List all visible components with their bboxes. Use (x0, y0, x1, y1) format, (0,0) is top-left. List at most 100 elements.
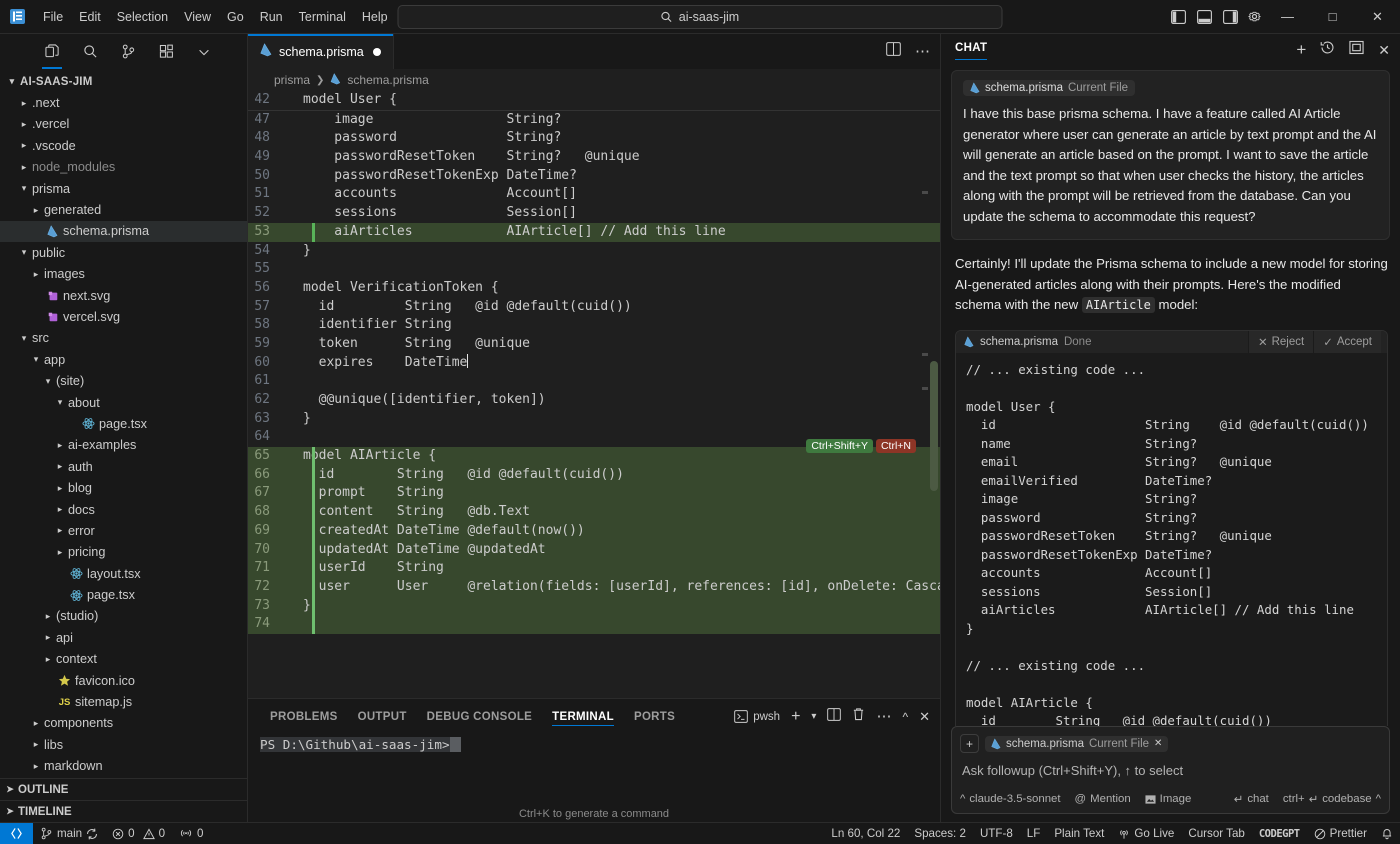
code-line-72[interactable]: 72 user User @relation(fields: [userId],… (248, 578, 940, 597)
status-problems[interactable]: 0 0 (105, 823, 172, 844)
tree-item-pricing[interactable]: ▸pricing (0, 542, 247, 563)
code-line-52[interactable]: 52 sessions Session[] (248, 204, 940, 223)
menu-terminal[interactable]: Terminal (291, 7, 354, 27)
status-language-mode[interactable]: Plain Text (1047, 823, 1111, 844)
code-line-73[interactable]: 73} (248, 597, 940, 616)
terminal-body[interactable]: PS D:\Github\ai-saas-jim> Ctrl+K to gene… (248, 734, 940, 822)
tree-item-ai-examples[interactable]: ▸ai-examples (0, 435, 247, 456)
model-selector[interactable]: ^ claude-3.5-sonnet (960, 793, 1061, 805)
add-context-button[interactable]: + (960, 734, 979, 753)
tree-item-vercel-svg[interactable]: vercel.svg (0, 306, 247, 327)
tab-schema-prisma[interactable]: schema.prisma (248, 34, 394, 69)
status-indentation[interactable]: Spaces: 2 (907, 823, 973, 844)
code-line-67[interactable]: 67 prompt String (248, 484, 940, 503)
toggle-primary-sidebar-icon[interactable] (1165, 2, 1191, 32)
tree-item-prisma[interactable]: ▾prisma (0, 178, 247, 199)
toggle-secondary-sidebar-icon[interactable] (1217, 2, 1243, 32)
menu-selection[interactable]: Selection (109, 7, 176, 27)
menu-run[interactable]: Run (252, 7, 291, 27)
tab-problems[interactable]: PROBLEMS (260, 699, 348, 734)
window-minimize-button[interactable]: — (1265, 0, 1310, 34)
code-line-66[interactable]: 66 id String @id @default(cuid()) (248, 466, 940, 485)
tree-root[interactable]: ▾AI-SAAS-JIM (0, 71, 247, 92)
code-line-61[interactable]: 61 (248, 372, 940, 391)
tree-item-context[interactable]: ▸context (0, 649, 247, 670)
code-line-49[interactable]: 49 passwordResetToken String? @unique (248, 148, 940, 167)
tree-item--site-[interactable]: ▾(site) (0, 370, 247, 391)
breadcrumb-folder[interactable]: prisma (274, 73, 310, 87)
code-line-69[interactable]: 69 createdAt DateTime @default(now()) (248, 522, 940, 541)
input-context-chip[interactable]: schema.prisma Current File ✕ (985, 736, 1168, 752)
codebase-send-hint[interactable]: ctrl+ ↵ codebase ^ (1283, 792, 1381, 806)
chat-input-box[interactable]: + schema.prisma Current File ✕ Ask follo… (951, 726, 1390, 814)
status-branch[interactable]: main (33, 823, 105, 844)
command-center[interactable]: ai-saas-jim (398, 5, 1003, 29)
toggle-panel-icon[interactable] (1191, 2, 1217, 32)
tab-output[interactable]: OUTPUT (348, 699, 417, 734)
outline-section[interactable]: ➤ OUTLINE (0, 778, 247, 800)
code-line-71[interactable]: 71 userId String (248, 559, 940, 578)
split-terminal-icon[interactable] (827, 708, 841, 726)
status-encoding[interactable]: UTF-8 (973, 823, 1020, 844)
accept-button[interactable]: ✓ Accept (1313, 331, 1381, 353)
gear-icon[interactable] (1243, 2, 1265, 32)
context-file-chip[interactable]: schema.prisma Current File (963, 80, 1135, 96)
code-line-50[interactable]: 50 passwordResetTokenExp DateTime? (248, 167, 940, 186)
reject-button[interactable]: ✕ Reject (1248, 331, 1313, 353)
code-line-57[interactable]: 57 id String @id @default(cuid()) (248, 298, 940, 317)
code-line-60[interactable]: 60 expires DateTime (248, 354, 940, 373)
code-line-55[interactable]: 55 (248, 260, 940, 279)
tree-item-layout-tsx[interactable]: layout.tsx (0, 563, 247, 584)
code-line-59[interactable]: 59 token String @unique (248, 335, 940, 354)
code-line-63[interactable]: 63} (248, 410, 940, 429)
close-icon[interactable]: ✕ (1378, 42, 1390, 59)
chat-send-hint[interactable]: ↵ chat (1234, 792, 1269, 806)
chat-messages[interactable]: schema.prisma Current File I have this b… (941, 66, 1400, 726)
tree-item-page-tsx[interactable]: page.tsx (0, 413, 247, 434)
new-chat-icon[interactable]: + (1296, 45, 1306, 55)
tree-item-images[interactable]: ▸images (0, 264, 247, 285)
remote-window-icon[interactable] (0, 823, 33, 844)
tree-item-auth[interactable]: ▸auth (0, 456, 247, 477)
tree-item-src[interactable]: ▾src (0, 328, 247, 349)
code-line-53[interactable]: 53 aiArticles AIArticle[] // Add this li… (248, 223, 940, 242)
tree-item-page-tsx[interactable]: page.tsx (0, 584, 247, 605)
tree-item-libs[interactable]: ▸libs (0, 734, 247, 755)
tab-ports[interactable]: PORTS (624, 699, 685, 734)
tree-item--vscode[interactable]: ▸.vscode (0, 135, 247, 156)
code-line-51[interactable]: 51 accounts Account[] (248, 185, 940, 204)
code-line-58[interactable]: 58 identifier String (248, 316, 940, 335)
code-line-47[interactable]: 47 image String? (248, 111, 940, 130)
status-cursor-tab[interactable]: Cursor Tab (1181, 823, 1252, 844)
tab-terminal[interactable]: TERMINAL (542, 699, 624, 734)
tab-debug-console[interactable]: DEBUG CONSOLE (417, 699, 543, 734)
code-line-42[interactable]: 42model User { (248, 91, 940, 110)
file-tree[interactable]: ▾AI-SAAS-JIM▸.next▸.vercel▸.vscode▸node_… (0, 69, 247, 778)
terminal-shell-selector[interactable]: pwsh (734, 710, 780, 723)
code-line-74[interactable]: 74 (248, 615, 940, 634)
new-file-icon[interactable] (38, 38, 66, 66)
window-maximize-button[interactable]: □ (1310, 0, 1355, 34)
window-close-button[interactable]: ✕ (1355, 0, 1400, 34)
menu-help[interactable]: Help (354, 7, 396, 27)
collapse-panel-icon[interactable]: ^ (902, 710, 908, 724)
tree-item--studio-[interactable]: ▸(studio) (0, 606, 247, 627)
tree-item-favicon-ico[interactable]: favicon.ico (0, 670, 247, 691)
close-panel-icon[interactable]: ✕ (919, 709, 930, 725)
more-icon[interactable]: ⋯ (876, 713, 891, 721)
tree-item-docs[interactable]: ▸docs (0, 499, 247, 520)
search-input[interactable]: ai-saas-jim (398, 5, 1003, 29)
tree-item-markdown[interactable]: ▸markdown (0, 756, 247, 777)
status-cursor-position[interactable]: Ln 60, Col 22 (824, 823, 907, 844)
tree-item-blog[interactable]: ▸blog (0, 477, 247, 498)
chat-input-field[interactable]: Ask followup (Ctrl+Shift+Y), ↑ to select (960, 753, 1381, 792)
tree-item-public[interactable]: ▾public (0, 242, 247, 263)
tree-item-api[interactable]: ▸api (0, 627, 247, 648)
status-eol[interactable]: LF (1020, 823, 1048, 844)
tree-item-components[interactable]: ▸components (0, 713, 247, 734)
tree-item-about[interactable]: ▾about (0, 392, 247, 413)
tree-item-generated[interactable]: ▸generated (0, 199, 247, 220)
chevron-down-icon[interactable]: ▾ (811, 711, 816, 722)
tree-item-sitemap-js[interactable]: JSsitemap.js (0, 691, 247, 712)
tree-item-error[interactable]: ▸error (0, 520, 247, 541)
